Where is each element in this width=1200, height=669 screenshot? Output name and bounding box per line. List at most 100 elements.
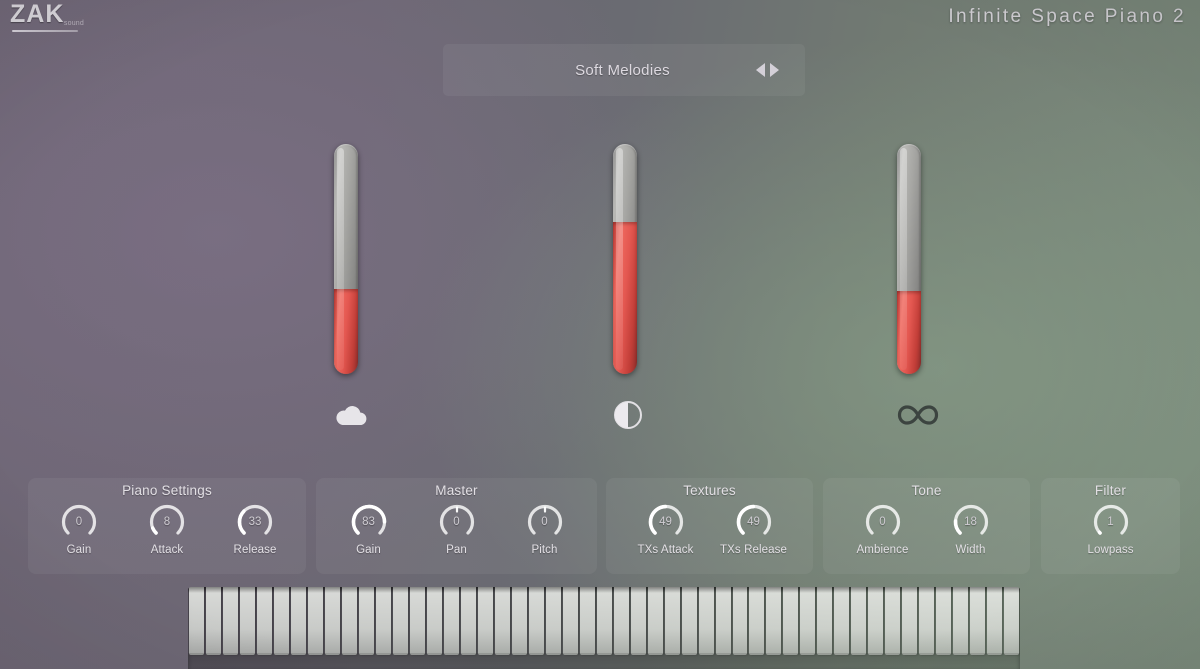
piano-key[interactable] [664,587,680,655]
piano-key[interactable] [409,587,425,655]
piano-key[interactable] [851,587,867,655]
piano-key[interactable] [715,587,731,655]
fader-track-infinity[interactable] [897,144,921,374]
fader-icon-cloud [334,398,368,432]
knob-label-ambience: Ambience [856,544,909,556]
knob-label-pitch: Pitch [531,544,558,556]
piano-key[interactable] [885,587,901,655]
logo-underline [12,30,78,32]
piano-key[interactable] [919,587,935,655]
piano-key[interactable] [817,587,833,655]
knob-lowpass[interactable]: 1 [1091,502,1131,542]
knob-value-txs-release: 49 [747,516,760,528]
piano-key[interactable] [783,587,799,655]
piano-key[interactable] [477,587,493,655]
piano-key[interactable] [375,587,391,655]
piano-key[interactable] [256,587,272,655]
piano-key[interactable] [562,587,578,655]
piano-key[interactable] [528,587,544,655]
knob-txs-attack[interactable]: 49 [646,502,686,542]
knob-cell-txs-release: 49 TXs Release [710,502,798,556]
piano-key[interactable] [613,587,629,655]
panel-title-textures: Textures [683,483,736,498]
piano-key[interactable] [290,587,306,655]
piano-key[interactable] [545,587,561,655]
knob-width[interactable]: 18 [951,502,991,542]
panel-title-master: Master [435,483,478,498]
knob-value-width: 18 [964,516,977,528]
control-panels: Piano Settings 0 Gain 8 Attack 33 Release Maste… [0,478,1200,574]
knob-value-gain: 0 [75,516,83,528]
piano-key[interactable] [443,587,459,655]
knob-txs-release[interactable]: 49 [734,502,774,542]
fader-track-cloud[interactable] [334,144,358,374]
logo-sub-text: sound [63,20,84,27]
piano-key[interactable] [630,587,646,655]
piano-key[interactable] [511,587,527,655]
knob-cell-release: 33 Release [211,502,299,556]
piano-key[interactable] [358,587,374,655]
piano-key[interactable] [324,587,340,655]
piano-key[interactable] [222,587,238,655]
piano-key[interactable] [205,587,221,655]
piano-key[interactable] [460,587,476,655]
piano-key[interactable] [936,587,952,655]
piano-key[interactable] [953,587,969,655]
piano-key[interactable] [834,587,850,655]
triangle-left-icon[interactable] [756,63,765,77]
piano-key[interactable] [392,587,408,655]
piano-key[interactable] [494,587,510,655]
knob-cell-lowpass: 1 Lowpass [1067,502,1155,556]
piano-key[interactable] [647,587,663,655]
knob-cell-gain: 83 Gain [325,502,413,556]
knob-value-txs-attack: 49 [659,516,672,528]
piano-key[interactable] [426,587,442,655]
piano-key[interactable] [868,587,884,655]
piano-key[interactable] [596,587,612,655]
piano-key[interactable] [970,587,986,655]
piano-key[interactable] [579,587,595,655]
panel-piano-settings: Piano Settings 0 Gain 8 Attack 33 Release [28,478,306,574]
white-keys[interactable] [188,587,1020,655]
fader-icon-infinity [897,398,939,432]
piano-key[interactable] [749,587,765,655]
knob-row-textures: 49 TXs Attack 49 TXs Release [606,502,813,556]
knob-value-release: 33 [248,516,262,528]
piano-key[interactable] [766,587,782,655]
piano-key[interactable] [732,587,748,655]
panel-tone: Tone 0 Ambience 18 Width [823,478,1030,574]
knob-value-ambience: 0 [879,516,886,528]
knob-gain[interactable]: 83 [349,502,389,542]
knob-pan[interactable]: 0 [437,502,477,542]
fader-contrast [613,144,643,432]
piano-key[interactable] [341,587,357,655]
piano-key[interactable] [1004,587,1020,655]
piano-keyboard[interactable] [188,587,1020,669]
knob-release[interactable]: 33 [235,502,275,542]
fader-fill-cloud [334,288,358,374]
half-circle-contrast-icon [614,401,642,429]
knob-cell-attack: 8 Attack [123,502,211,556]
piano-key[interactable] [189,587,204,655]
knob-cell-gain: 0 Gain [35,502,123,556]
fader-track-contrast[interactable] [613,144,637,374]
piano-key[interactable] [800,587,816,655]
piano-key[interactable] [239,587,255,655]
piano-key[interactable] [307,587,323,655]
panel-title-piano-settings: Piano Settings [122,483,212,498]
knob-gain[interactable]: 0 [59,502,99,542]
knob-ambience[interactable]: 0 [863,502,903,542]
preset-name[interactable]: Soft Melodies [443,62,756,79]
knob-attack[interactable]: 8 [147,502,187,542]
plugin-window: ZAK sound Infinite Space Piano 2 Soft Me… [0,0,1200,669]
piano-key[interactable] [698,587,714,655]
piano-key[interactable] [681,587,697,655]
knob-label-width: Width [955,544,986,556]
knob-pitch[interactable]: 0 [525,502,565,542]
piano-key[interactable] [902,587,918,655]
preset-selector[interactable]: Soft Melodies [443,44,805,96]
piano-key[interactable] [987,587,1003,655]
piano-key[interactable] [273,587,289,655]
triangle-right-icon[interactable] [770,63,779,77]
knob-label-gain: Gain [66,544,92,556]
